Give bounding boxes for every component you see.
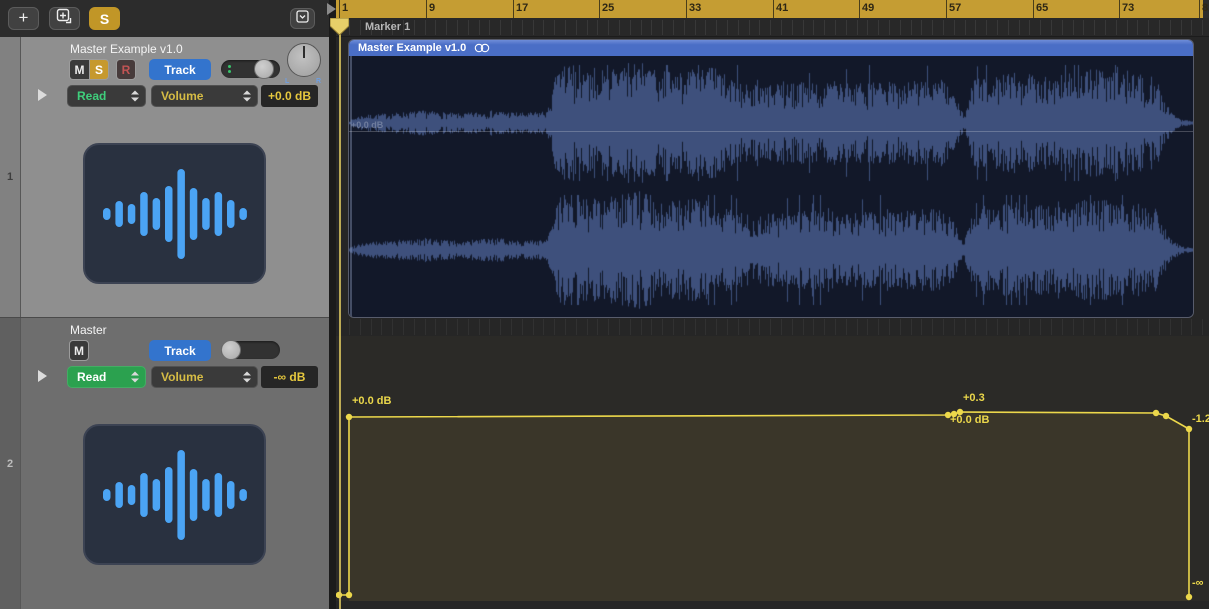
volume-automation-curve[interactable]	[336, 0, 1209, 609]
track-area-toolbar: + S	[0, 0, 329, 38]
ruler-edge-arrow-icon	[327, 3, 336, 15]
track-number: 2	[0, 318, 21, 609]
waveform-icon	[95, 159, 255, 269]
automation-mode-dropdown[interactable]: Read	[67, 366, 146, 388]
volume-toggle[interactable]	[221, 341, 280, 359]
track-number: 1	[0, 37, 21, 317]
automation-point[interactable]	[1186, 426, 1192, 432]
automation-point[interactable]	[1163, 413, 1169, 419]
automation-value-label: +0.3	[963, 392, 985, 404]
playhead-line[interactable]	[339, 18, 341, 609]
add-track-button[interactable]: +	[8, 7, 39, 30]
mute-button[interactable]: M	[69, 59, 89, 80]
checkbox-chevron-icon	[296, 10, 309, 28]
pan-knob[interactable]	[287, 43, 321, 77]
track-on-button[interactable]: Track	[149, 59, 211, 80]
track-header-panel: + S	[0, 0, 329, 609]
track-icon[interactable]	[83, 424, 266, 565]
solo-button[interactable]: S	[89, 59, 109, 80]
pan-left-label: L	[285, 78, 289, 85]
automation-mode-value: Read	[77, 89, 106, 103]
track-icon[interactable]	[83, 143, 266, 284]
automation-parameter-value: Volume	[161, 370, 203, 384]
duplicate-track-button[interactable]	[49, 7, 80, 30]
automation-point[interactable]	[346, 592, 352, 598]
disclosure-triangle-icon[interactable]	[38, 370, 47, 382]
track-title[interactable]: Master Example v1.0	[70, 42, 183, 56]
waveform-icon	[95, 440, 255, 550]
automation-value-label: -1.2	[1192, 413, 1209, 425]
record-enable-button[interactable]: R	[116, 59, 136, 80]
panel-divider	[329, 0, 336, 609]
chevron-updown-icon	[131, 371, 139, 384]
automation-parameter-dropdown[interactable]: Volume	[151, 366, 258, 388]
add-track-icon	[56, 8, 73, 29]
automation-point[interactable]	[1186, 594, 1192, 600]
automation-parameter-dropdown[interactable]: Volume	[151, 85, 258, 107]
solo-mode-button[interactable]: S	[89, 7, 120, 30]
track-header-1[interactable]: 1 Master Example v1.0 M S R Track L R Re…	[0, 37, 329, 318]
automation-value-field[interactable]: -∞ dB	[261, 366, 318, 388]
volume-slider[interactable]	[221, 60, 280, 78]
chevron-updown-icon	[243, 90, 251, 103]
track-on-button[interactable]: Track	[149, 340, 211, 361]
mute-button[interactable]: M	[69, 340, 89, 361]
level-indicator-dot	[228, 70, 231, 73]
automation-value-label: -∞	[1192, 577, 1204, 589]
volume-toggle-thumb[interactable]	[221, 340, 241, 360]
track-header-2[interactable]: 2 Master M Track Read Volume -∞ dB	[0, 318, 329, 609]
chevron-updown-icon	[243, 371, 251, 384]
automation-mode-value: Read	[77, 370, 106, 384]
automation-mode-dropdown[interactable]: Read	[67, 85, 146, 107]
automation-value-field[interactable]: +0.0 dB	[261, 85, 318, 107]
arrange-area: 19172533414957657381 Marker 1 Master Exa…	[336, 0, 1209, 609]
chevron-updown-icon	[131, 90, 139, 103]
track-title[interactable]: Master	[70, 323, 107, 337]
pan-right-label: R	[316, 78, 321, 85]
track-header-options-button[interactable]	[290, 8, 315, 29]
level-indicator-dot	[228, 65, 231, 68]
volume-slider-thumb[interactable]	[254, 59, 274, 79]
automation-parameter-value: Volume	[161, 89, 203, 103]
automation-value-label: +0.0 dB	[352, 395, 391, 407]
logic-pro-arrange-window: + S	[0, 0, 1209, 609]
automation-value-label: +0.0 dB	[950, 414, 989, 426]
automation-point[interactable]	[346, 414, 352, 420]
automation-point[interactable]	[1153, 410, 1159, 416]
playhead-marker[interactable]	[330, 18, 349, 35]
disclosure-triangle-icon[interactable]	[38, 89, 47, 101]
